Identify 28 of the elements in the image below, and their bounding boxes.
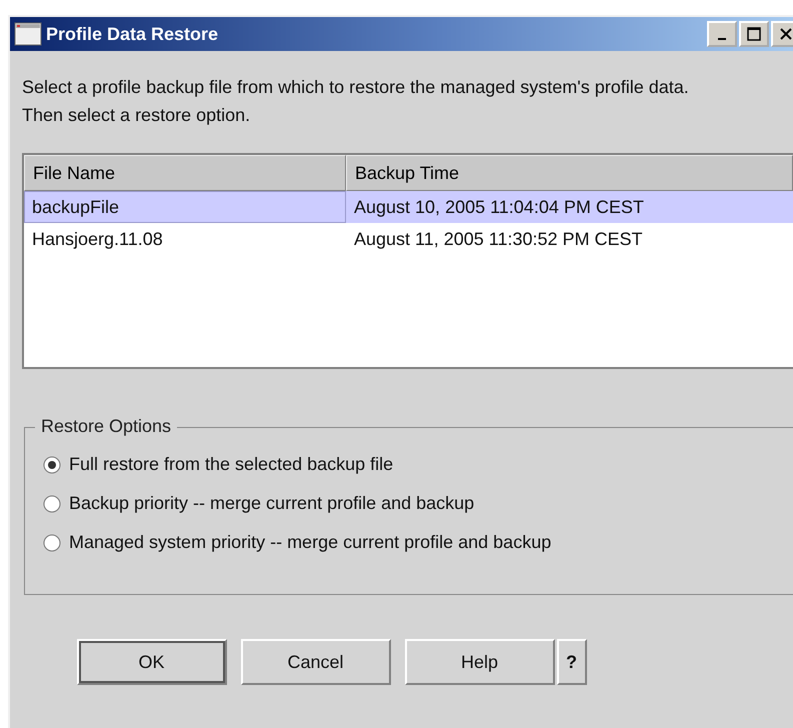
table-row[interactable]: Hansjoerg.11.08 August 11, 2005 11:30:52 PM CEST (24, 223, 793, 255)
column-header[interactable]: Backup Time (346, 155, 793, 191)
radio-option[interactable]: Full restore from the selected backup file (43, 454, 793, 475)
dialog-button[interactable]: Help (404, 639, 554, 685)
maximize-button[interactable] (739, 21, 769, 47)
radio-option[interactable]: Backup priority -- merge current profile and backup (43, 493, 793, 514)
dialog-button[interactable]: Cancel (240, 639, 390, 685)
description-text: Select a profile backup file from which to restore the managed system's profile data. Then select a restore option. (22, 76, 690, 127)
minimize-icon (718, 38, 726, 40)
close-button[interactable] (771, 21, 793, 47)
radio-button[interactable] (43, 534, 61, 552)
column-header[interactable]: File Name (24, 155, 346, 191)
table-cell: August 10, 2005 11:04:04 PM CEST (346, 191, 793, 223)
close-icon (779, 27, 793, 41)
table-cell-text: Hansjoerg.11.08 (31, 228, 164, 251)
table-cell-text: August 11, 2005 11:30:52 PM CEST (353, 228, 644, 251)
window-title: Profile Data Restore (46, 24, 220, 44)
table-cell: backupFile (24, 191, 346, 223)
table-row[interactable]: backupFile August 10, 2005 11:04:04 PM CEST (24, 191, 793, 223)
radio-option[interactable]: Managed system priority -- merge current profile and backup (43, 532, 793, 553)
radio-button[interactable] (43, 456, 61, 474)
window-icon (14, 22, 42, 46)
maximize-icon (747, 27, 761, 41)
minimize-button[interactable] (707, 21, 737, 47)
help-icon-button[interactable]: ? (556, 639, 586, 685)
radio-button[interactable] (43, 494, 61, 512)
dialog-button[interactable]: OK (76, 639, 226, 685)
group-title: Restore Options (35, 416, 178, 437)
